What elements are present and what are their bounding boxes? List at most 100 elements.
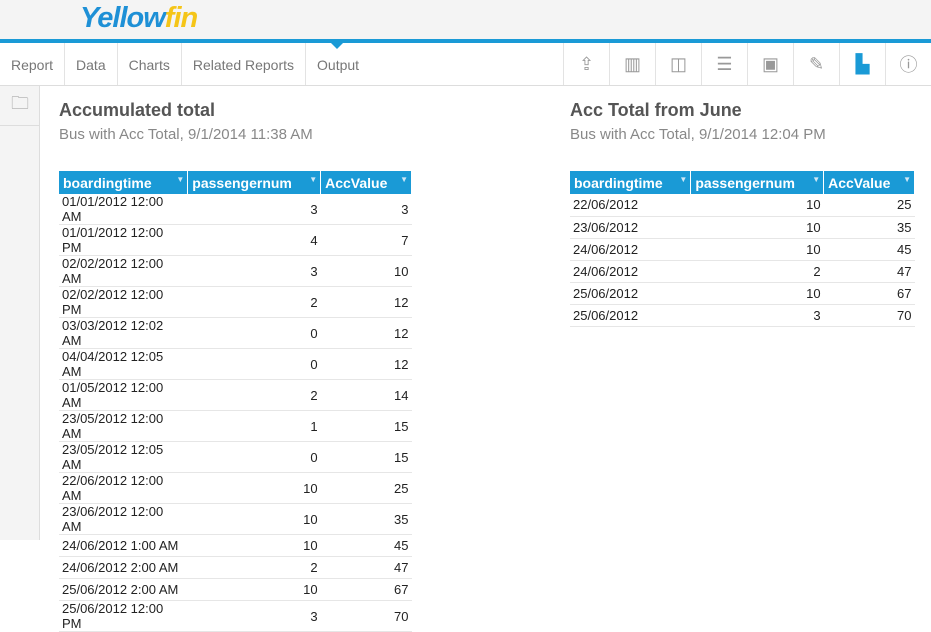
- sort-dropdown-icon[interactable]: ▼: [679, 175, 687, 184]
- report-table: boardingtime ▼ passengernum ▼ AccValue ▼ 01/01…: [59, 171, 412, 632]
- column-label: passengernum: [695, 174, 795, 191]
- column-highlight-icon[interactable]: ◫: [655, 43, 701, 85]
- table-cell: 3: [690, 304, 824, 327]
- table-cell: 14: [320, 379, 412, 411]
- table-cell: 10: [320, 255, 412, 287]
- table-cell: 0: [187, 317, 321, 349]
- toolbar: ⇪ ▥ ◫ ☰ ▣ ✎ ▙ ⓘ: [563, 43, 931, 85]
- header-row: boardingtime ▼ passengernum ▼ AccValue ▼: [59, 171, 412, 194]
- table-row: 24/06/2012 1:00 AM 10 45: [59, 534, 412, 557]
- table-cell: 3: [187, 194, 321, 225]
- column-header[interactable]: passengernum ▼: [690, 171, 825, 194]
- table-cell: 35: [320, 503, 412, 535]
- folder-icon[interactable]: 🗀: [0, 86, 40, 126]
- table-cell: 45: [320, 534, 412, 557]
- report-table: boardingtime ▼ passengernum ▼ AccValue ▼ 22/06…: [570, 171, 915, 327]
- table-cell: 7: [320, 224, 412, 256]
- table-cell: 02/02/2012 12:00 AM: [59, 255, 188, 287]
- table-row: 25/06/2012 2:00 AM 10 67: [59, 578, 412, 601]
- sort-dropdown-icon[interactable]: ▼: [176, 175, 184, 184]
- checklist-icon[interactable]: ☰: [701, 43, 747, 85]
- tab-report[interactable]: Report: [0, 43, 66, 85]
- table-cell: 67: [823, 282, 915, 305]
- table-cell: 25: [823, 194, 915, 217]
- table-cell: 25/06/2012 12:00 PM: [59, 600, 188, 632]
- table-cell: 47: [320, 556, 412, 579]
- table-row: 04/04/2012 12:05 AM 0 12: [59, 348, 412, 380]
- table-cell: 23/05/2012 12:00 AM: [59, 410, 188, 442]
- table-cell: 47: [823, 260, 915, 283]
- sort-dropdown-icon[interactable]: ▼: [903, 175, 911, 184]
- table-cell: 45: [823, 238, 915, 261]
- table-cell: 24/06/2012 1:00 AM: [59, 534, 188, 557]
- table-cell: 12: [320, 286, 412, 318]
- table-cell: 04/04/2012 12:05 AM: [59, 348, 188, 380]
- column-label: boardingtime: [63, 174, 152, 191]
- report-subtitle: Bus with Acc Total, 9/1/2014 12:04 PM: [570, 126, 826, 143]
- table-row: 03/03/2012 12:02 AM 0 12: [59, 317, 412, 349]
- column-header[interactable]: AccValue ▼: [320, 171, 412, 194]
- column-label: passengernum: [192, 174, 292, 191]
- table-cell: 3: [187, 255, 321, 287]
- column-header[interactable]: passengernum ▼: [187, 171, 322, 194]
- table-cell: 24/06/2012 2:00 AM: [59, 556, 188, 579]
- tab-charts[interactable]: Charts: [118, 43, 182, 85]
- table-row: 24/06/2012 10 45: [570, 238, 915, 261]
- column-label: AccValue: [828, 174, 891, 191]
- table-cell: 1: [187, 410, 321, 442]
- table-cell: 0: [187, 348, 321, 380]
- chart-icon[interactable]: ▙: [839, 43, 885, 85]
- table-row: 25/06/2012 10 67: [570, 282, 915, 305]
- export-icon[interactable]: ⇪: [563, 43, 609, 85]
- tab-data[interactable]: Data: [65, 43, 118, 85]
- column-header[interactable]: boardingtime ▼: [59, 171, 189, 194]
- table-cell: 10: [690, 282, 824, 305]
- table-cell: 23/05/2012 12:05 AM: [59, 441, 188, 473]
- table-cell: 10: [187, 472, 321, 504]
- tab-output[interactable]: Output: [306, 43, 370, 85]
- table-cell: 22/06/2012: [570, 194, 691, 217]
- table-cell: 10: [187, 534, 321, 557]
- table-cell: 25: [320, 472, 412, 504]
- edit-icon[interactable]: ✎: [793, 43, 839, 85]
- header: Yellowfin: [0, 0, 931, 39]
- table-cell: 12: [320, 348, 412, 380]
- report-title: Accumulated total: [59, 100, 216, 120]
- table-cell: 2: [187, 379, 321, 411]
- report-acc-total-june: Acc Total from June Bus with Acc Total, …: [570, 100, 915, 327]
- table-row: 24/06/2012 2:00 AM 2 47: [59, 556, 412, 579]
- table-row: 25/06/2012 12:00 PM 3 70: [59, 600, 412, 632]
- table-row: 02/02/2012 12:00 AM 3 10: [59, 255, 412, 287]
- table-row: 22/06/2012 10 25: [570, 194, 915, 217]
- yellowfin-logo: Yellowfin: [80, 2, 198, 34]
- table-cell: 4: [187, 224, 321, 256]
- table-row: 25/06/2012 3 70: [570, 304, 915, 327]
- report-accumulated-total: Accumulated total Bus with Acc Total, 9/…: [59, 100, 412, 632]
- table-cell: 3: [187, 600, 321, 632]
- info-icon[interactable]: ⓘ: [885, 43, 931, 85]
- table-cell: 70: [320, 600, 412, 632]
- table-cell: 10: [690, 216, 824, 239]
- column-header[interactable]: AccValue ▼: [823, 171, 915, 194]
- table-cell: 0: [187, 441, 321, 473]
- filter-panel-icon[interactable]: ▣: [747, 43, 793, 85]
- table-cell: 25/06/2012: [570, 304, 691, 327]
- table-cell: 01/01/2012 12:00 PM: [59, 224, 188, 256]
- sort-dropdown-icon[interactable]: ▼: [400, 175, 408, 184]
- table-cell: 22/06/2012 12:00 AM: [59, 472, 188, 504]
- table-row: 23/05/2012 12:05 AM 0 15: [59, 441, 412, 473]
- table-cell: 01/05/2012 12:00 AM: [59, 379, 188, 411]
- table-row: 23/06/2012 12:00 AM 10 35: [59, 503, 412, 535]
- columns-icon[interactable]: ▥: [609, 43, 655, 85]
- table-cell: 02/02/2012 12:00 PM: [59, 286, 188, 318]
- table-cell: 15: [320, 410, 412, 442]
- tab-related-reports[interactable]: Related Reports: [182, 43, 307, 85]
- table-cell: 70: [823, 304, 915, 327]
- table-row: 02/02/2012 12:00 PM 2 12: [59, 286, 412, 318]
- table-cell: 67: [320, 578, 412, 601]
- table-row: 01/01/2012 12:00 AM 3 3: [59, 194, 412, 225]
- sort-dropdown-icon[interactable]: ▼: [812, 175, 820, 184]
- column-header[interactable]: boardingtime ▼: [570, 171, 692, 194]
- table-row: 24/06/2012 2 47: [570, 260, 915, 283]
- sort-dropdown-icon[interactable]: ▼: [309, 175, 317, 184]
